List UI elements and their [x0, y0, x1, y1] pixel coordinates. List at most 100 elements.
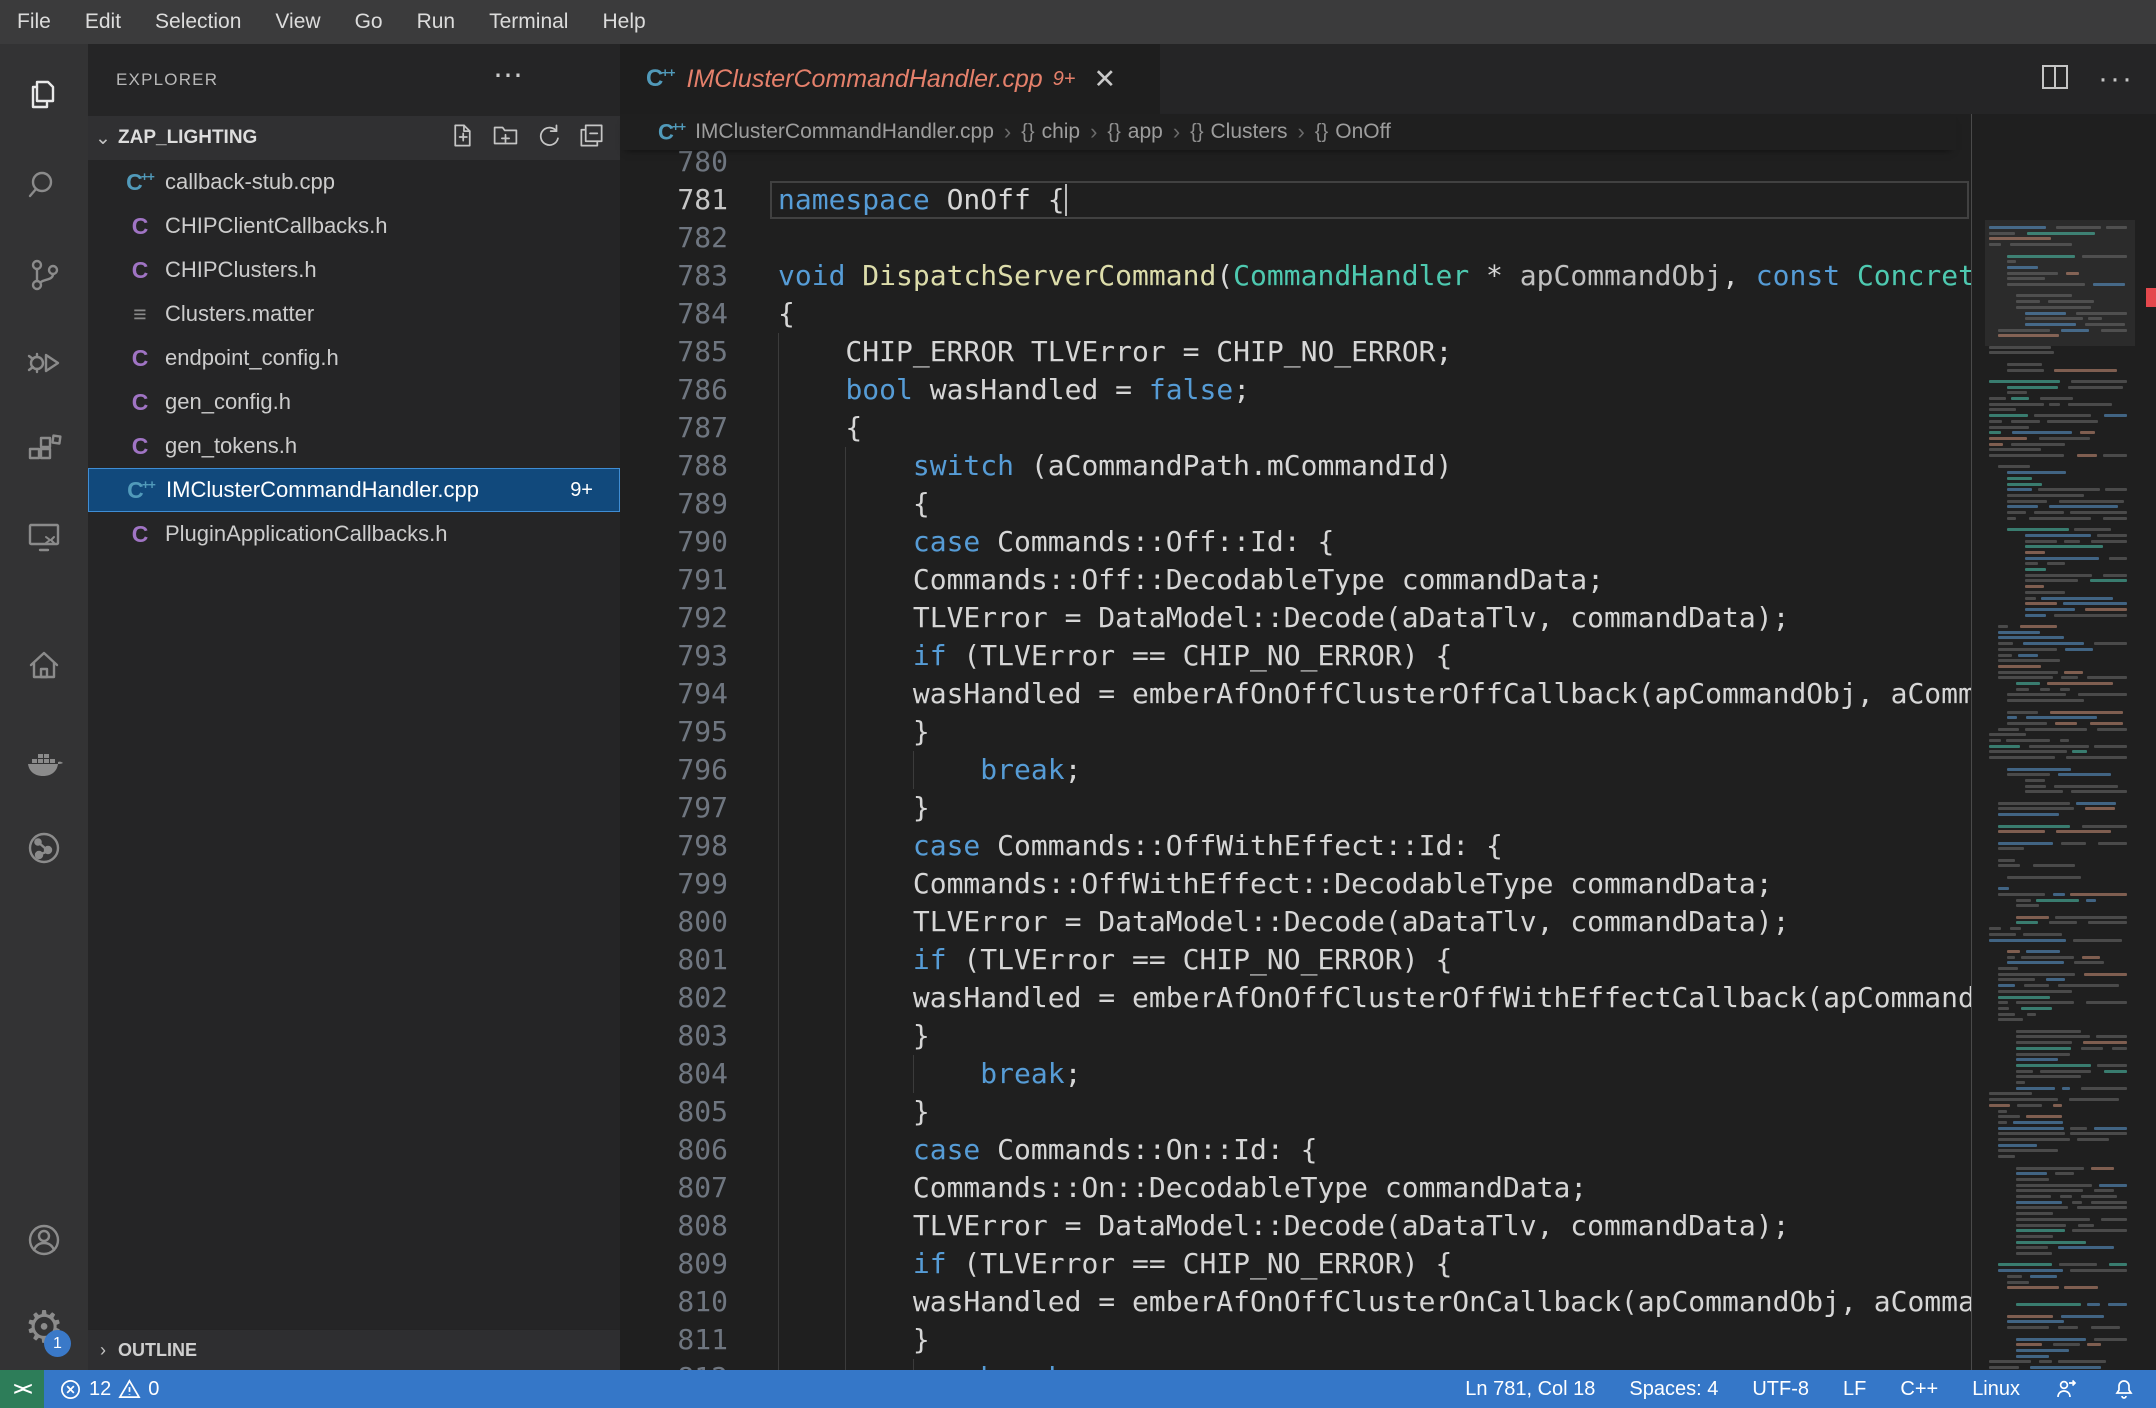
code-text: Commands::On::DecodableType commandData;: [778, 1171, 1588, 1204]
code-line-786: 786 bool wasHandled = false;: [620, 371, 1972, 409]
run-and-debug-icon[interactable]: [0, 319, 88, 407]
code-line-811: 811 }: [620, 1321, 1972, 1359]
code-line-810: 810 wasHandled = emberAfOnOffClusterOnCa…: [620, 1283, 1972, 1321]
menu-bar: File Edit Selection View Go Run Terminal Help: [0, 0, 2156, 44]
status-indentation[interactable]: Spaces: 4: [1629, 1378, 1718, 1401]
new-folder-icon[interactable]: [491, 121, 520, 156]
code-line-807: 807 Commands::On::DecodableType commandD…: [620, 1169, 1972, 1207]
file-gen_tokens.h[interactable]: Cgen_tokens.h: [88, 424, 620, 468]
tab-imclustercommandhandler[interactable]: C++ IMClusterCommandHandler.cpp 9+ ✕: [620, 44, 1160, 114]
refresh-icon[interactable]: [534, 121, 563, 156]
file-Clusters.matter[interactable]: ≡ Clusters.matter: [88, 292, 620, 336]
file-IMClusterCommandHandler.cpp[interactable]: C++ IMClusterCommandHandler.cpp 9+: [88, 468, 620, 512]
search-icon[interactable]: [0, 141, 88, 229]
line-number: 794: [677, 677, 728, 710]
file-CHIPClientCallbacks.h[interactable]: C CHIPClientCallbacks.h: [88, 204, 620, 248]
breadcrumb-item-IMClusterCommandHandler.cpp[interactable]: C++ IMClusterCommandHandler.cpp: [658, 119, 994, 145]
remote-indicator[interactable]: ><: [0, 1370, 44, 1408]
split-editor-icon[interactable]: [2040, 62, 2070, 97]
home-icon[interactable]: [0, 621, 88, 709]
status-language-mode[interactable]: C++: [1900, 1378, 1938, 1401]
file-name: CHIPClientCallbacks.h: [165, 213, 388, 238]
status-eol[interactable]: LF: [1843, 1378, 1866, 1401]
menu-file[interactable]: File: [0, 0, 68, 44]
source-control-icon[interactable]: [0, 231, 88, 319]
menu-go[interactable]: Go: [338, 0, 400, 44]
error-overview-mark: [2146, 288, 2156, 307]
code-line-790: 790 case Commands::Off::Id: {: [620, 523, 1972, 561]
code-text: TLVError = DataModel::Decode(aDataTlv, c…: [778, 601, 1790, 634]
accounts-icon[interactable]: [0, 1196, 88, 1284]
outline-label: OUTLINE: [118, 1340, 197, 1360]
remote-explorer-icon[interactable]: [0, 493, 88, 581]
code-line-797: 797 }: [620, 789, 1972, 827]
cpp-file-icon: C++: [658, 118, 686, 145]
file-PluginApplicationCallbacks.h[interactable]: C PluginApplicationCallbacks.h: [88, 512, 620, 556]
menu-terminal[interactable]: Terminal: [472, 0, 585, 44]
collapse-all-icon[interactable]: [577, 121, 606, 156]
code-text: TLVError = DataModel::Decode(aDataTlv, c…: [778, 905, 1790, 938]
folder-section-header[interactable]: ⌄ ZAP_LIGHTING: [88, 116, 620, 160]
code-line-805: 805 }: [620, 1093, 1972, 1131]
file-gen_config.h[interactable]: Cgen_config.h: [88, 380, 620, 424]
file-callback-stub.cpp[interactable]: C++ callback-stub.cpp: [88, 160, 620, 204]
status-encoding[interactable]: UTF-8: [1752, 1378, 1809, 1401]
chevron-right-icon: ›: [1090, 119, 1098, 144]
more-actions-icon[interactable]: ···: [2098, 62, 2134, 96]
new-file-icon[interactable]: [448, 121, 477, 156]
line-number: 811: [677, 1323, 728, 1356]
folder-name: ZAP_LIGHTING: [118, 127, 258, 148]
line-number: 809: [677, 1247, 728, 1280]
problems-status[interactable]: 12 0: [59, 1378, 159, 1401]
editor-group: C++ IMClusterCommandHandler.cpp 9+ ✕ ···…: [620, 44, 2156, 1370]
code-text: {: [778, 487, 930, 520]
code-line-800: 800 TLVError = DataModel::Decode(aDataTl…: [620, 903, 1972, 941]
section-actions: [448, 121, 620, 156]
code-text: case Commands::Off::Id: {: [912, 525, 1335, 558]
explorer-icon[interactable]: [0, 51, 88, 139]
menu-view[interactable]: View: [258, 0, 337, 44]
line-number: 785: [677, 335, 728, 368]
code-editor[interactable]: 780 781 namespace OnOff {782 783 void Dispat…: [620, 150, 2156, 1370]
more-actions-icon[interactable]: ⋯: [493, 58, 523, 93]
file-name: CHIPClusters.h: [165, 257, 317, 282]
code-text: wasHandled = emberAfOnOffClusterOffWithE…: [778, 981, 1972, 1014]
code-line-794: 794 wasHandled = emberAfOnOffClusterOffC…: [620, 675, 1972, 713]
code-text: break;: [778, 1359, 1081, 1370]
file-endpoint_config.h[interactable]: Cendpoint_config.h: [88, 336, 620, 380]
settings-icon[interactable]: ⚙ 1: [0, 1284, 88, 1372]
breadcrumb-item-chip[interactable]: {} chip: [1021, 120, 1080, 144]
menu-selection[interactable]: Selection: [138, 0, 258, 44]
line-number: 797: [677, 791, 728, 824]
line-number: 782: [677, 221, 728, 254]
line-number: 796: [677, 753, 728, 786]
menu-help[interactable]: Help: [585, 0, 662, 44]
breadcrumb-item-app[interactable]: {} app: [1107, 120, 1162, 144]
vertical-scrollbar[interactable]: [2135, 220, 2156, 1370]
outline-section-header[interactable]: › OUTLINE: [88, 1329, 620, 1371]
line-number: 795: [677, 715, 728, 748]
close-icon[interactable]: ✕: [1094, 64, 1117, 95]
namespace-symbol-icon: {}: [1314, 120, 1329, 143]
breadcrumb-item-OnOff[interactable]: {} OnOff: [1315, 120, 1391, 144]
code-line-788: 788 switch (aCommandPath.mCommandId): [620, 447, 1972, 485]
code-text: case Commands::On::Id: {: [912, 1133, 1318, 1166]
gitlens-icon[interactable]: [0, 804, 88, 892]
minimap[interactable]: [1985, 220, 2135, 1370]
chevron-right-icon: ›: [1172, 119, 1181, 144]
bell-icon[interactable]: [2112, 1377, 2136, 1401]
menu-edit[interactable]: Edit: [68, 0, 138, 44]
docker-icon[interactable]: [0, 718, 88, 806]
sidebar-title: EXPLORER: [116, 70, 219, 89]
extensions-icon[interactable]: [0, 406, 88, 494]
chevron-right-icon: ›: [100, 1340, 106, 1360]
breadcrumb-item-Clusters[interactable]: {} Clusters: [1190, 120, 1287, 144]
status-cursor-position[interactable]: Ln 781, Col 18: [1465, 1378, 1595, 1401]
tab-bar: C++ IMClusterCommandHandler.cpp 9+ ✕ ···: [620, 44, 2156, 114]
status-remote-os[interactable]: Linux: [1972, 1378, 2020, 1401]
menu-run[interactable]: Run: [400, 0, 473, 44]
code-text: Commands::OffWithEffect::DecodableType c…: [778, 867, 1773, 900]
file-CHIPClusters.h[interactable]: C CHIPClusters.h: [88, 248, 620, 292]
line-number: 808: [677, 1209, 728, 1242]
feedback-icon[interactable]: [2054, 1377, 2078, 1401]
